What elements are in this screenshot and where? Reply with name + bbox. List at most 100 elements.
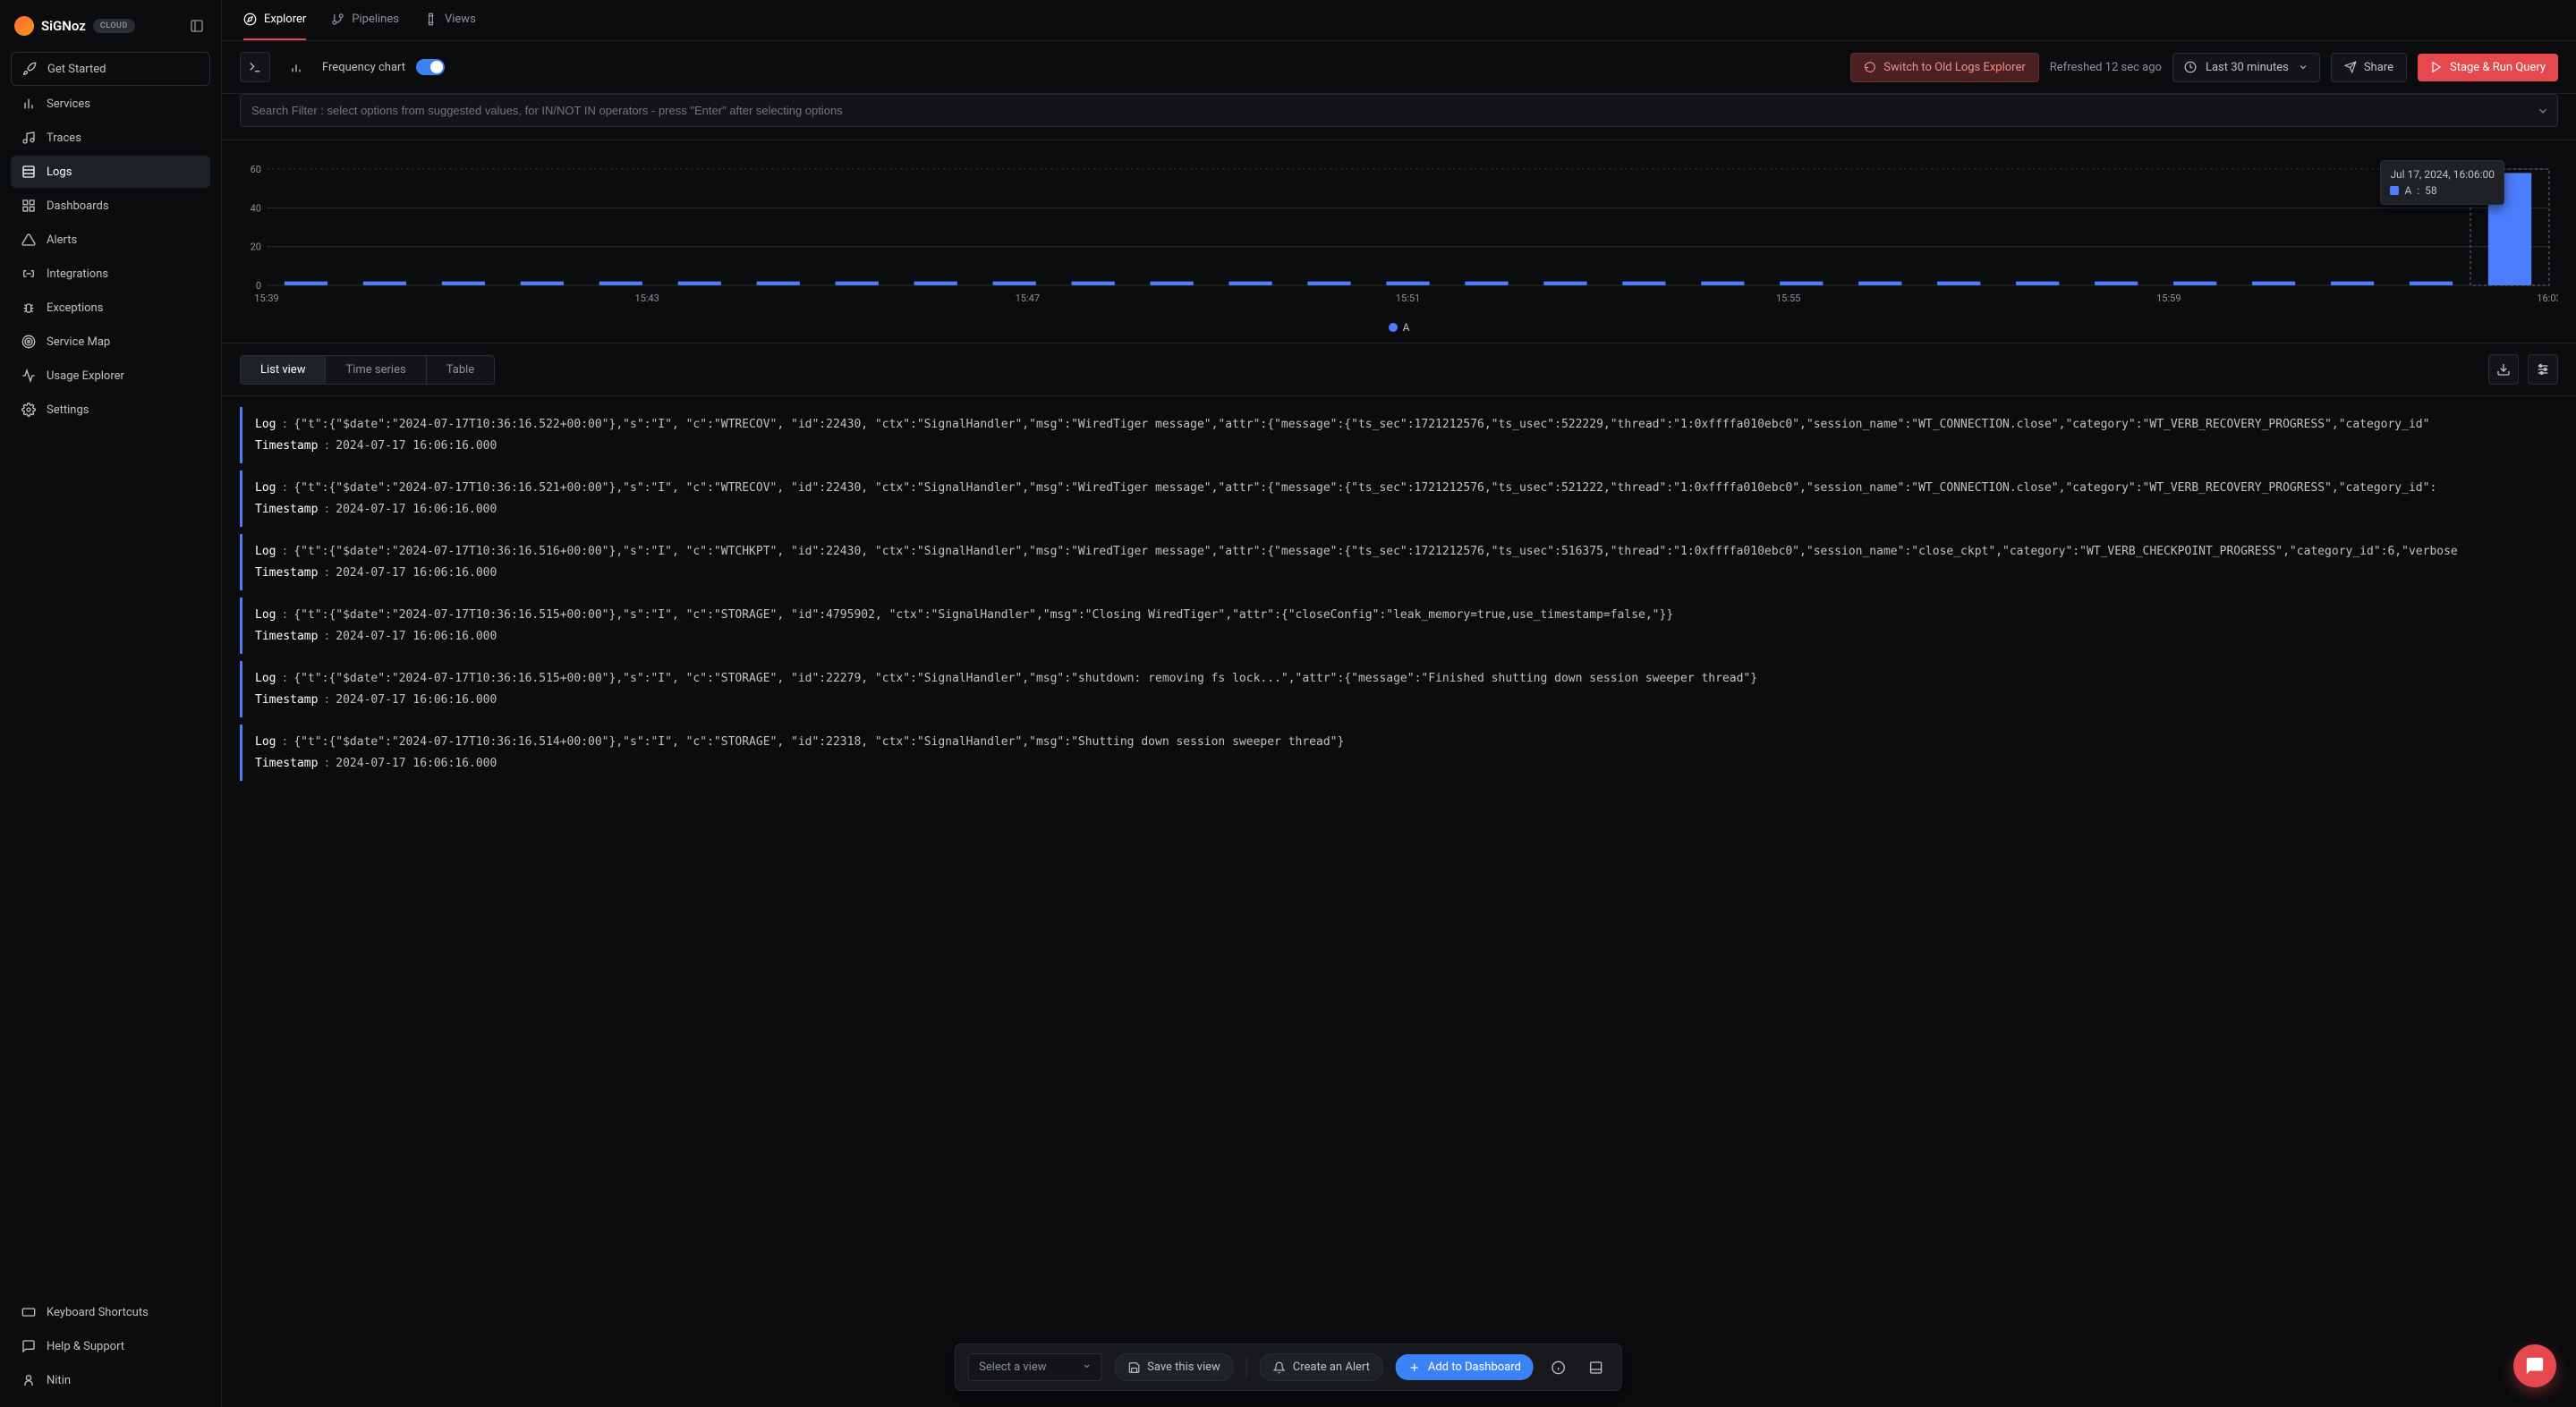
sidebar-collapse-button[interactable]: [187, 16, 207, 36]
create-alert-label: Create an Alert: [1293, 1360, 1370, 1374]
bug-icon: [21, 301, 36, 315]
svg-text:16:03: 16:03: [2537, 292, 2558, 304]
view-option-timeseries[interactable]: Time series: [326, 356, 426, 384]
sidebar-item-logs[interactable]: Logs: [11, 156, 210, 188]
query-builder-button[interactable]: [240, 52, 270, 82]
sidebar: SiGNoz CLOUD Get Started Services Traces…: [0, 0, 222, 1407]
save-view-label: Save this view: [1147, 1360, 1220, 1374]
switch-old-explorer-button[interactable]: Switch to Old Logs Explorer: [1850, 53, 2038, 82]
tab-pipelines[interactable]: Pipelines: [331, 0, 399, 40]
network-icon: [21, 131, 36, 145]
sidebar-item-help-support[interactable]: Help & Support: [11, 1330, 210, 1362]
log-entry[interactable]: Log : {"t":{"$date":"2024-07-17T10:36:16…: [240, 534, 2558, 590]
log-timestamp: 2024-07-17 16:06:16.000: [336, 691, 497, 709]
svg-text:15:51: 15:51: [1396, 292, 1420, 304]
search-filter-input[interactable]: [240, 94, 2558, 127]
logs-list[interactable]: Log : {"t":{"$date":"2024-07-17T10:36:16…: [222, 396, 2576, 1407]
toolbar: Frequency chart Switch to Old Logs Explo…: [222, 41, 2576, 94]
log-entry[interactable]: Log : {"t":{"$date":"2024-07-17T10:36:16…: [240, 407, 2558, 463]
sidebar-item-service-map[interactable]: Service Map: [11, 326, 210, 358]
sidebar-item-label: Services: [47, 97, 90, 111]
chart-bar-icon: [289, 60, 303, 74]
log-field-key: Log: [255, 416, 276, 434]
play-icon: [2430, 61, 2443, 73]
compass-icon: [243, 13, 257, 26]
view-switcher: List view Time series Table: [240, 355, 495, 385]
sidebar-item-alerts[interactable]: Alerts: [11, 224, 210, 256]
log-field-key: Timestamp: [255, 501, 318, 519]
save-view-button[interactable]: Save this view: [1114, 1353, 1234, 1381]
info-icon: [1552, 1360, 1566, 1375]
add-dashboard-label: Add to Dashboard: [1428, 1360, 1521, 1374]
undo-icon: [1864, 61, 1876, 73]
log-entry[interactable]: Log : {"t":{"$date":"2024-07-17T10:36:16…: [240, 598, 2558, 654]
save-icon: [1127, 1361, 1140, 1374]
select-view-dropdown[interactable]: Select a view: [967, 1353, 1101, 1381]
info-button[interactable]: [1546, 1355, 1571, 1380]
help-chat-button[interactable]: [2513, 1344, 2556, 1387]
share-button[interactable]: Share: [2331, 53, 2407, 82]
panel-toggle-button[interactable]: [1584, 1355, 1609, 1380]
sidebar-item-label: Dashboards: [47, 199, 109, 213]
log-timestamp: 2024-07-17 16:06:16.000: [336, 501, 497, 519]
stage-run-label: Stage & Run Query: [2450, 61, 2546, 74]
tower-icon: [424, 13, 438, 26]
format-options-button[interactable]: [2528, 354, 2558, 385]
view-option-list[interactable]: List view: [241, 356, 326, 384]
chevron-down-icon[interactable]: [2537, 105, 2549, 117]
time-range-picker[interactable]: Last 30 minutes: [2172, 53, 2320, 82]
terminal-icon: [248, 60, 262, 74]
share-label: Share: [2364, 61, 2393, 74]
tab-views[interactable]: Views: [424, 0, 476, 40]
message-square-icon: [21, 1339, 36, 1353]
sidebar-item-usage-explorer[interactable]: Usage Explorer: [11, 360, 210, 392]
tab-explorer[interactable]: Explorer: [243, 0, 306, 40]
brand-name: SiGNoz: [41, 18, 86, 34]
keyboard-icon: [21, 1305, 36, 1319]
log-timestamp: 2024-07-17 16:06:16.000: [336, 628, 497, 646]
histogram-button[interactable]: [281, 52, 311, 82]
log-entry[interactable]: Log : {"t":{"$date":"2024-07-17T10:36:16…: [240, 725, 2558, 781]
log-entry[interactable]: Log : {"t":{"$date":"2024-07-17T10:36:16…: [240, 470, 2558, 527]
create-alert-button[interactable]: Create an Alert: [1260, 1353, 1383, 1381]
sidebar-item-label: Integrations: [47, 267, 108, 281]
download-button[interactable]: [2488, 354, 2519, 385]
plus-icon: [1408, 1361, 1421, 1374]
brand-logo: [14, 16, 34, 36]
log-entry[interactable]: Log : {"t":{"$date":"2024-07-17T10:36:16…: [240, 661, 2558, 717]
stage-run-button[interactable]: Stage & Run Query: [2418, 54, 2558, 81]
sidebar-item-dashboards[interactable]: Dashboards: [11, 190, 210, 222]
sidebar-item-user[interactable]: Nitin: [11, 1364, 210, 1396]
radar-icon: [21, 335, 36, 349]
search-row: [222, 94, 2576, 140]
log-field-key: Log: [255, 543, 276, 561]
view-option-table[interactable]: Table: [427, 356, 494, 384]
plug-icon: [21, 267, 36, 281]
sidebar-header: SiGNoz CLOUD: [11, 11, 210, 52]
sidebar-item-label: Logs: [47, 165, 72, 179]
sidebar-item-label: Nitin: [47, 1374, 71, 1387]
frequency-toggle[interactable]: [416, 59, 445, 75]
user-icon: [21, 1373, 36, 1387]
bar-chart-icon: [21, 97, 36, 111]
gear-icon: [21, 403, 36, 417]
download-icon: [2496, 362, 2511, 377]
sliders-icon: [2536, 362, 2550, 377]
log-timestamp: 2024-07-17 16:06:16.000: [336, 564, 497, 582]
sidebar-item-exceptions[interactable]: Exceptions: [11, 292, 210, 324]
sidebar-item-settings[interactable]: Settings: [11, 394, 210, 426]
sidebar-item-label: Get Started: [47, 63, 106, 76]
sidebar-item-get-started[interactable]: Get Started: [11, 52, 210, 86]
sidebar-item-services[interactable]: Services: [11, 88, 210, 120]
rocket-icon: [22, 62, 37, 76]
clock-icon: [2184, 61, 2197, 73]
panel-bottom-icon: [1589, 1360, 1603, 1375]
sidebar-item-keyboard-shortcuts[interactable]: Keyboard Shortcuts: [11, 1296, 210, 1328]
frequency-chart[interactable]: 020406015:3915:4315:4715:5115:5515:5916:…: [240, 155, 2558, 316]
sidebar-item-traces[interactable]: Traces: [11, 122, 210, 154]
log-body: {"t":{"$date":"2024-07-17T10:36:16.514+0…: [293, 733, 1344, 751]
activity-icon: [21, 369, 36, 383]
sidebar-item-integrations[interactable]: Integrations: [11, 258, 210, 290]
sidebar-nav: Get Started Services Traces Logs Dashboa…: [11, 52, 210, 1285]
add-dashboard-button[interactable]: Add to Dashboard: [1396, 1354, 1534, 1380]
